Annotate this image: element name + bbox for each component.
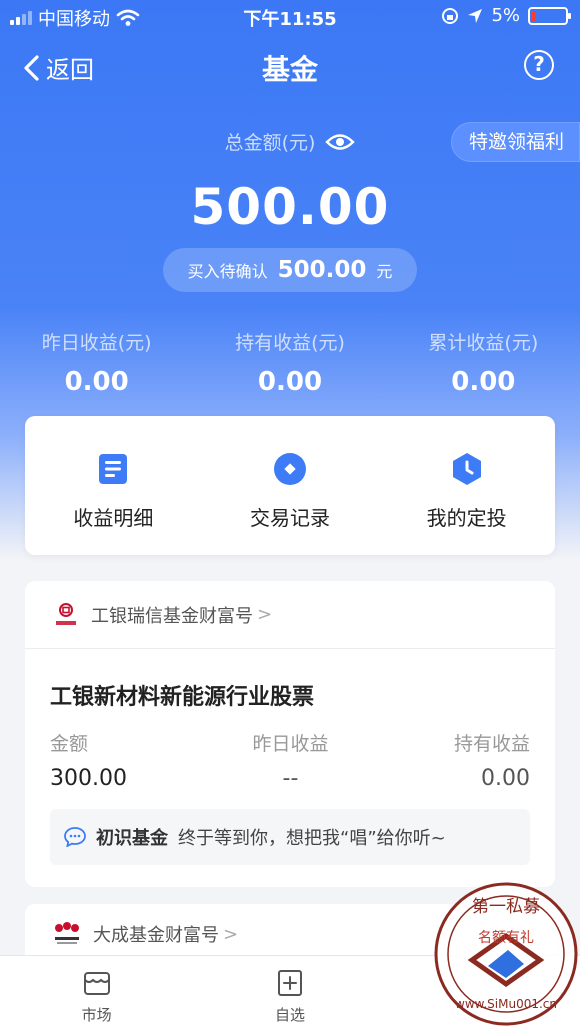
fund-company-name: 工银瑞信基金财富号 — [91, 605, 253, 627]
quick-action-label: 交易记录 — [250, 506, 330, 530]
pending-amount: 500.00 — [277, 257, 367, 283]
fund-amount: 金额 300.00 — [50, 729, 127, 791]
pending-label: 买入待确认 — [187, 262, 268, 281]
invite-benefit-button[interactable]: 特邀领福利 — [450, 122, 580, 162]
orientation-lock-icon — [442, 7, 459, 24]
fund-yesterday-label: 昨日收益 — [252, 733, 329, 755]
fund-amount-value: 300.00 — [50, 766, 127, 791]
stat-value: 0.00 — [451, 367, 516, 397]
earnings-stats: 昨日收益(元) 0.00 持有收益(元) 0.00 累计收益(元) 0.00 — [0, 328, 580, 397]
pending-confirmation-badge[interactable]: 买入待确认 500.00 元 — [163, 248, 417, 292]
total-amount-label: 总金额(元) — [224, 132, 316, 154]
fund-name: 工银新材料新能源行业股票 — [50, 685, 315, 710]
watermark-bottom-text: www.SiMu001.cn — [455, 997, 557, 1011]
fund-values-row: 金额 300.00 昨日收益 -- 持有收益 0.00 — [25, 729, 555, 791]
battery-icon — [528, 6, 571, 25]
fund-yesterday-value: -- — [282, 766, 299, 791]
stat-yesterday: 昨日收益(元) 0.00 — [0, 328, 193, 397]
fund-company-name: 大成基金财富号 — [93, 925, 219, 946]
fund-holding-label: 持有收益 — [453, 733, 530, 755]
stat-cumulative: 累计收益(元) 0.00 — [387, 328, 580, 397]
chat-bubble-icon — [64, 827, 86, 847]
eye-icon[interactable] — [325, 132, 356, 152]
battery-percent: 5% — [491, 5, 520, 26]
location-icon — [468, 8, 483, 23]
record-icon — [274, 453, 306, 485]
earnings-detail-button[interactable]: 收益明细 — [25, 416, 202, 555]
tip-text: 终于等到你，想把我“唱”给你听~ — [178, 828, 446, 849]
document-icon — [99, 454, 128, 484]
dacheng-logo-icon — [55, 922, 79, 944]
status-bar: 中国移动 下午11:55 5% — [0, 0, 580, 34]
my-fixed-investment-button[interactable]: 我的定投 — [378, 416, 555, 555]
watermark-top-text: 第一私募 — [472, 897, 540, 917]
watermark-stamp: 第一私募 名额有礼 www.SiMu001.cn — [434, 882, 578, 1026]
tab-market[interactable]: 市场 — [0, 956, 193, 1032]
fund-holding-earnings: 持有收益 0.00 — [454, 729, 530, 791]
chevron-right-icon: > — [257, 604, 273, 625]
market-icon — [83, 972, 110, 995]
stat-holding: 持有收益(元) 0.00 — [193, 328, 386, 397]
stat-label: 累计收益(元) — [428, 332, 539, 354]
help-button[interactable]: ? — [524, 50, 554, 80]
fund-amount-label: 金额 — [50, 733, 89, 755]
pending-unit: 元 — [376, 262, 393, 281]
clock-icon — [452, 453, 481, 485]
status-right: 5% — [441, 5, 571, 26]
tab-label: 市场 — [81, 1006, 112, 1024]
add-favorite-icon — [277, 970, 302, 996]
stat-value: 0.00 — [64, 367, 129, 397]
total-amount: 500.00 — [190, 178, 390, 236]
tab-label: 自选 — [274, 1006, 305, 1024]
transaction-record-button[interactable]: 交易记录 — [202, 416, 379, 555]
quick-action-label: 收益明细 — [73, 506, 154, 530]
watermark-middle-text: 名额有礼 — [478, 930, 534, 946]
stat-value: 0.00 — [257, 367, 323, 397]
stat-label: 持有收益(元) — [235, 332, 345, 354]
tip-title: 初识基金 — [96, 828, 168, 849]
tab-favorites[interactable]: 自选 — [193, 956, 386, 1032]
fund-tip-banner[interactable]: 初识基金 终于等到你，想把我“唱”给你听~ — [50, 809, 530, 865]
chevron-right-icon: > — [223, 923, 239, 945]
quick-action-label: 我的定投 — [426, 506, 507, 530]
fund-holding-value: 0.00 — [481, 766, 530, 791]
navigation-bar: 返回 基金 ? — [0, 38, 580, 94]
quick-actions-card: 收益明细 交易记录 我的定投 — [25, 416, 555, 555]
fund-company-header[interactable]: 工银瑞信基金财富号 > — [25, 581, 555, 649]
fund-yesterday-earnings: 昨日收益 -- — [252, 729, 328, 791]
page-title: 基金 — [261, 53, 318, 86]
stat-label: 昨日收益(元) — [41, 332, 152, 354]
fund-holding-card[interactable]: 工银瑞信基金财富号 > 工银新材料新能源行业股票 金额 300.00 昨日收益 … — [25, 581, 555, 887]
icbc-logo-icon — [56, 602, 76, 625]
